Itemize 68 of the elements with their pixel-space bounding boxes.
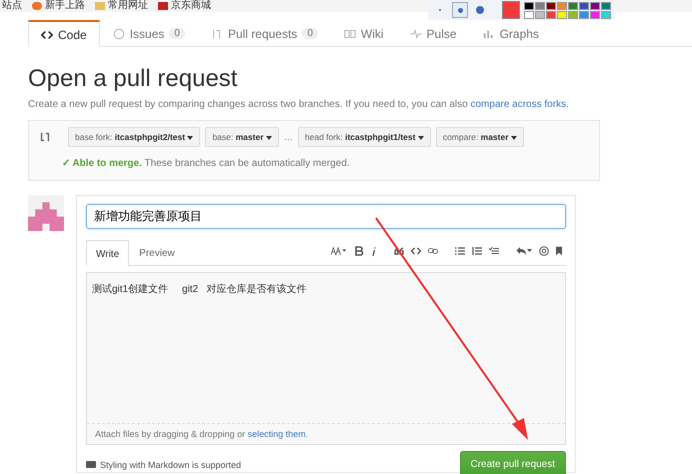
selecting-them-link[interactable]: selecting them. [248, 429, 308, 439]
code-icon[interactable] [411, 246, 421, 256]
branch-selector[interactable]: compare: master [436, 127, 524, 147]
current-color-swatch[interactable] [502, 1, 520, 19]
bold-icon[interactable] [354, 246, 364, 256]
description-text: Create a new pull request by comparing changes across two branches. If you need to, you can also compare across forks. [28, 99, 570, 110]
color-swatch[interactable] [568, 10, 578, 18]
branch-selector[interactable]: base: master [205, 127, 279, 147]
caret-icon [266, 136, 272, 140]
bookmark-link[interactable]: 站点 [2, 0, 22, 12]
markdown-icon [86, 461, 96, 468]
repo-tab[interactable]: Pulse [396, 20, 470, 46]
color-swatch[interactable] [546, 2, 556, 10]
editor-tab[interactable]: Write [86, 240, 130, 266]
markdown-note: Styling with Markdown is supported [100, 460, 242, 470]
page-title: Open a pull request [28, 65, 238, 93]
task-list-icon[interactable] [489, 246, 499, 256]
text-size-icon[interactable] [331, 246, 347, 256]
color-swatch[interactable] [568, 2, 578, 10]
color-swatch[interactable] [557, 10, 567, 18]
tab-icon [482, 28, 495, 40]
color-swatch[interactable] [579, 2, 589, 10]
reply-icon[interactable] [516, 246, 532, 256]
branch-selector[interactable]: head fork: itcastphpgit1/test [298, 127, 431, 147]
repo-tab[interactable]: Graphs [470, 20, 552, 46]
color-swatch[interactable] [535, 2, 545, 10]
bookmark-icon [158, 2, 168, 10]
merge-status-text: ✓ Able to merge. These branches can be automatically merged. [62, 157, 351, 169]
avatar [28, 195, 64, 231]
bookmark-icon[interactable] [556, 246, 562, 256]
body-textarea[interactable]: 测试git1创建文件 git2 对应仓库是否有该文件 Attach files by dragging & dropping or selecting them. [86, 272, 566, 445]
bookmark-icon [95, 2, 105, 10]
repo-tab[interactable]: Pull requests 0 [198, 20, 331, 46]
link-icon[interactable] [428, 246, 438, 256]
tab-icon [112, 28, 125, 40]
tab-icon [210, 28, 223, 40]
repo-tab[interactable]: Wiki [330, 20, 397, 46]
quote-icon[interactable] [394, 246, 404, 256]
color-swatch[interactable] [590, 10, 600, 18]
color-swatch[interactable] [535, 10, 545, 18]
color-swatch[interactable] [590, 2, 600, 10]
color-swatch[interactable] [524, 10, 534, 18]
tab-icon [344, 28, 356, 40]
ellipsis-text: … [284, 132, 293, 142]
tab-icon [410, 28, 422, 40]
caret-icon [187, 136, 194, 140]
color-swatch[interactable] [601, 10, 611, 18]
color-swatch[interactable] [579, 10, 589, 18]
italic-icon[interactable] [371, 246, 377, 256]
tab-icon [41, 28, 53, 40]
bookmark-link[interactable]: 常用网址 [108, 0, 148, 12]
pen-size-button[interactable] [452, 2, 468, 18]
compare-forks-link[interactable]: compare across forks. [470, 99, 569, 110]
editor-tab[interactable]: Preview [129, 239, 185, 265]
compare-icon [39, 131, 51, 143]
numbered-list-icon[interactable] [472, 246, 482, 256]
bookmark-icon [32, 2, 42, 10]
color-swatch[interactable] [601, 2, 611, 10]
title-input[interactable]: 新增功能完善原项目 [86, 204, 566, 229]
caret-icon [418, 136, 424, 140]
color-swatch[interactable] [557, 2, 567, 10]
caret-icon [510, 136, 517, 140]
repo-tab[interactable]: Issues 0 [100, 20, 198, 46]
branch-selector[interactable]: base fork: itcastphpgit2/test [68, 127, 200, 147]
color-swatch[interactable] [524, 2, 534, 10]
repo-tab[interactable]: Code [28, 20, 100, 47]
bulleted-list-icon[interactable] [455, 246, 465, 256]
color-swatch[interactable] [546, 10, 556, 18]
